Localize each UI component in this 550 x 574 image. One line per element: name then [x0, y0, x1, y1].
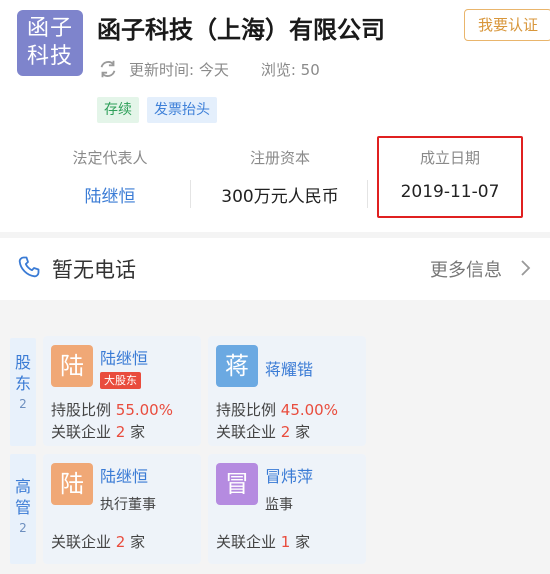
company-header: 函子 科技 函子科技（上海）有限公司 我要认证 更新时间: 今天 浏览: 50 …	[0, 0, 550, 235]
section-separator	[0, 300, 550, 336]
share-ratio: 持股比例 45.00%	[216, 399, 338, 420]
shareholders-label-1: 股	[14, 353, 31, 372]
refresh-icon[interactable]	[97, 58, 119, 80]
shareholder-card[interactable]: 蒋 蒋耀锴 持股比例 45.00% 关联企业 2 家	[208, 336, 366, 446]
avatar: 冒	[216, 463, 258, 505]
person-name[interactable]: 蒋耀锴	[265, 356, 313, 380]
capital-label: 注册资本	[249, 149, 310, 167]
status-tags: 存续 发票抬头	[97, 97, 217, 123]
person-name[interactable]: 冒炜萍	[265, 463, 313, 487]
logo-line-1: 函子	[26, 16, 73, 41]
related-count: 2	[115, 533, 126, 551]
claim-button[interactable]: 我要认证	[464, 9, 550, 41]
executives-count: 2	[19, 521, 27, 535]
company-logo: 函子 科技	[17, 10, 83, 76]
related-label: 关联企业	[51, 533, 116, 551]
invoice-tag[interactable]: 发票抬头	[147, 97, 217, 123]
person-name[interactable]: 陆继恒	[100, 345, 148, 369]
related-companies[interactable]: 关联企业 2 家	[51, 421, 145, 442]
related-unit: 家	[290, 533, 311, 551]
legal-rep-link[interactable]: 陆继恒	[20, 182, 200, 207]
phone-icon	[18, 256, 40, 278]
share-ratio-value: 45.00%	[280, 401, 338, 419]
related-label: 关联企业	[216, 533, 281, 551]
update-time: 更新时间: 今天	[129, 60, 229, 79]
related-count: 1	[280, 533, 291, 551]
status-tag-active: 存续	[97, 97, 139, 123]
more-info-link[interactable]: 更多信息	[430, 256, 502, 282]
share-ratio: 持股比例 55.00%	[51, 399, 173, 420]
legal-rep-cell: 法定代表人 陆继恒	[20, 140, 200, 220]
major-shareholder-badge: 大股东	[100, 372, 141, 389]
chevron-right-icon	[521, 260, 531, 276]
view-count: 浏览: 50	[260, 60, 320, 79]
shareholders-count: 2	[19, 397, 27, 411]
role: 监事	[265, 497, 293, 513]
executives-tab[interactable]: 高 管 2	[10, 454, 36, 564]
people-section: 股 东 2 陆 陆继恒 大股东 持股比例 55.00% 关联企业 2 家 蒋 蒋…	[0, 336, 550, 574]
executive-card[interactable]: 陆 陆继恒 执行董事 关联企业 2 家	[43, 454, 201, 564]
shareholder-card[interactable]: 陆 陆继恒 大股东 持股比例 55.00% 关联企业 2 家	[43, 336, 201, 446]
related-companies[interactable]: 关联企业 2 家	[216, 421, 310, 442]
company-name: 函子科技（上海）有限公司	[97, 16, 385, 44]
capital-value: 300万元人民币	[221, 187, 339, 207]
related-label: 关联企业	[216, 423, 281, 441]
share-ratio-label: 持股比例	[51, 401, 116, 419]
avatar: 蒋	[216, 345, 258, 387]
related-count: 2	[280, 423, 291, 441]
person-name[interactable]: 陆继恒	[100, 463, 148, 487]
executives-label-1: 高	[14, 477, 31, 496]
shareholders-label-2: 东	[14, 374, 31, 393]
phone-text: 暂无电话	[52, 258, 136, 282]
share-ratio-value: 55.00%	[115, 401, 173, 419]
related-unit: 家	[125, 533, 146, 551]
related-count: 2	[115, 423, 126, 441]
phone-row[interactable]: 暂无电话 更多信息	[0, 238, 550, 300]
avatar: 陆	[51, 345, 93, 387]
related-companies[interactable]: 关联企业 2 家	[51, 531, 145, 552]
share-ratio-label: 持股比例	[216, 401, 281, 419]
related-label: 关联企业	[51, 423, 116, 441]
meta-row: 更新时间: 今天 浏览: 50	[97, 58, 320, 80]
executives-label-2: 管	[14, 498, 31, 517]
highlight-box	[377, 136, 523, 218]
related-unit: 家	[125, 423, 146, 441]
related-companies[interactable]: 关联企业 1 家	[216, 531, 310, 552]
capital-cell: 注册资本 300万元人民币	[190, 140, 370, 220]
legal-rep-label: 法定代表人	[72, 149, 148, 167]
role: 执行董事	[100, 497, 156, 513]
executive-card[interactable]: 冒 冒炜萍 监事 关联企业 1 家	[208, 454, 366, 564]
shareholders-tab[interactable]: 股 东 2	[10, 338, 36, 446]
divider	[367, 180, 368, 208]
avatar: 陆	[51, 463, 93, 505]
related-unit: 家	[290, 423, 311, 441]
logo-line-2: 科技	[26, 44, 73, 69]
